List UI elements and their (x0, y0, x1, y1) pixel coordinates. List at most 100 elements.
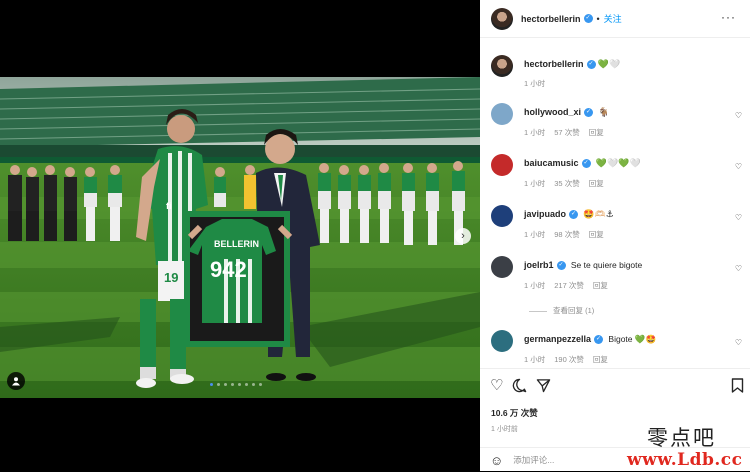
verified-badge-icon: ✓ (556, 261, 566, 271)
follow-button[interactable]: 关注 (604, 12, 622, 25)
svg-text:fi: fi (166, 201, 172, 211)
comment-username[interactable]: germanpezzella (524, 334, 591, 344)
post-sidebar: hectorbellerin ✓ • 关注 ··· hectorbellerin… (480, 0, 750, 471)
comment-meta: 1 小时 190 次赞 回复 (524, 354, 617, 365)
comment-like-heart-icon[interactable]: ♡ (735, 264, 742, 273)
caption-username[interactable]: hectorbellerin (524, 59, 584, 69)
comment-text: Se te quiere bigote (570, 260, 643, 270)
comment-time: 1 小时 (524, 230, 546, 239)
comment-meta: 1 小时 35 次赞 回复 (524, 178, 613, 189)
like-count[interactable]: 10.6 万 次赞 (491, 407, 538, 419)
reply-button[interactable]: 回复 (593, 281, 608, 290)
comment-body: baiucamusic ✓ 💚🤍💚🤍 (524, 157, 724, 169)
reply-button[interactable]: 回复 (589, 230, 604, 239)
comment-likes[interactable]: 35 次赞 (554, 179, 579, 188)
action-icons: ♡ (490, 378, 551, 397)
comment-time: 1 小时 (524, 355, 546, 364)
comment-text: Bigote 💚🤩 (608, 334, 657, 344)
jersey-name: BELLERIN (214, 239, 259, 249)
author-username[interactable]: hectorbellerin (521, 14, 581, 24)
comment-username[interactable]: javipuado (524, 209, 566, 219)
post-modal: 19 fi BELLERIN 942 › hectorbellerin ✓ • … (0, 0, 750, 471)
separator-dot: • (596, 13, 600, 24)
reply-button[interactable]: 回复 (589, 179, 604, 188)
carousel-dot (252, 383, 255, 386)
carousel-dot (217, 383, 220, 386)
comment-username[interactable]: joelrb1 (524, 260, 554, 270)
jersey-number: 942 (210, 257, 247, 282)
share-icon[interactable] (536, 378, 551, 397)
carousel-dot (231, 383, 234, 386)
carousel-dot (238, 383, 241, 386)
comment-time: 1 小时 (524, 179, 546, 188)
carousel-next-button[interactable]: › (455, 228, 471, 244)
comment-avatar[interactable] (491, 103, 513, 125)
bookmark-icon[interactable] (731, 378, 744, 396)
post-header: hectorbellerin ✓ • 关注 ··· (480, 0, 750, 38)
verified-badge-icon: ✓ (594, 335, 604, 345)
view-replies-button[interactable]: 查看回复 (1) (529, 305, 594, 316)
caption-meta: 1 小时 (524, 78, 554, 89)
caption-time: 1 小时 (524, 79, 546, 88)
comment-like-heart-icon[interactable]: ♡ (735, 338, 742, 347)
comment-text: 🤩🫶🏻⚓ (583, 209, 614, 219)
watermark-cn: 零点吧 (647, 426, 716, 450)
verified-badge-icon: ✓ (584, 108, 594, 118)
comment-like-heart-icon[interactable]: ♡ (735, 162, 742, 171)
comment-likes[interactable]: 57 次赞 (554, 128, 579, 137)
comment-body: hollywood_xi ✓ 🐐 (524, 106, 724, 118)
emoji-picker-icon[interactable]: ☺ (490, 453, 503, 468)
caption-body: hectorbellerin ✓ 💚🤍 (524, 58, 724, 70)
framed-jersey: BELLERIN 942 (184, 211, 290, 347)
comment-text: 💚🤍💚🤍 (595, 158, 641, 168)
more-options-icon[interactable]: ··· (721, 10, 736, 24)
heart-icon[interactable]: ♡ (490, 378, 503, 397)
author-avatar[interactable] (491, 7, 513, 30)
carousel-dot (224, 383, 227, 386)
comment-avatar[interactable] (491, 154, 513, 176)
reply-button[interactable]: 回复 (593, 355, 608, 364)
carousel-indicator (210, 383, 262, 386)
comment-time: 1 小时 (524, 281, 546, 290)
comment-time: 1 小时 (524, 128, 546, 137)
comment-meta: 1 小时 57 次赞 回复 (524, 127, 613, 138)
carousel-dot (259, 383, 262, 386)
comment-avatar[interactable] (491, 330, 513, 352)
comment-avatar[interactable] (491, 256, 513, 278)
tagged-people-button[interactable] (7, 372, 25, 390)
verified-badge-icon: ✓ (586, 60, 596, 70)
comment-like-heart-icon[interactable]: ♡ (735, 111, 742, 120)
comment-like-heart-icon[interactable]: ♡ (735, 213, 742, 222)
comment-likes[interactable]: 217 次赞 (554, 281, 584, 290)
watermark-url: www.Ldb.cc (627, 450, 743, 470)
reply-button[interactable]: 回复 (589, 128, 604, 137)
carousel-dot (245, 383, 248, 386)
verified-badge-icon: ✓ (583, 14, 593, 23)
comment-meta: 1 小时 98 次赞 回复 (524, 229, 613, 240)
comment-likes[interactable]: 98 次赞 (554, 230, 579, 239)
photo-pane: 19 fi BELLERIN 942 › (0, 0, 480, 471)
comment-text: 🐐 (598, 107, 610, 117)
comment-meta: 1 小时 217 次赞 回复 (524, 280, 617, 291)
comment-username[interactable]: hollywood_xi (524, 107, 581, 117)
comment-input[interactable] (513, 455, 634, 465)
comment-body: germanpezzella ✓ Bigote 💚🤩 (524, 333, 724, 345)
comment-icon[interactable] (512, 378, 527, 397)
caption-avatar[interactable] (491, 55, 513, 77)
caption-text: 💚🤍 (597, 59, 621, 69)
replies-divider (529, 310, 547, 312)
verified-badge-icon: ✓ (569, 210, 579, 220)
comment-body: joelrb1 ✓ Se te quiere bigote (524, 259, 724, 271)
post-time: 1 小时前 (491, 426, 518, 433)
carousel-dot (210, 383, 213, 386)
comment-username[interactable]: baiucamusic (524, 158, 579, 168)
verified-badge-icon: ✓ (581, 159, 591, 169)
comment-body: javipuado ✓ 🤩🫶🏻⚓ (524, 208, 724, 220)
comment-likes[interactable]: 190 次赞 (554, 355, 584, 364)
view-replies-label: 查看回复 (1) (553, 306, 595, 315)
shorts-number: 19 (164, 270, 178, 285)
comment-avatar[interactable] (491, 205, 513, 227)
watermark: 零点吧 www.Ldb.cc (625, 420, 750, 471)
user-icon (12, 377, 20, 386)
post-photo[interactable]: 19 fi BELLERIN 942 (0, 77, 480, 398)
